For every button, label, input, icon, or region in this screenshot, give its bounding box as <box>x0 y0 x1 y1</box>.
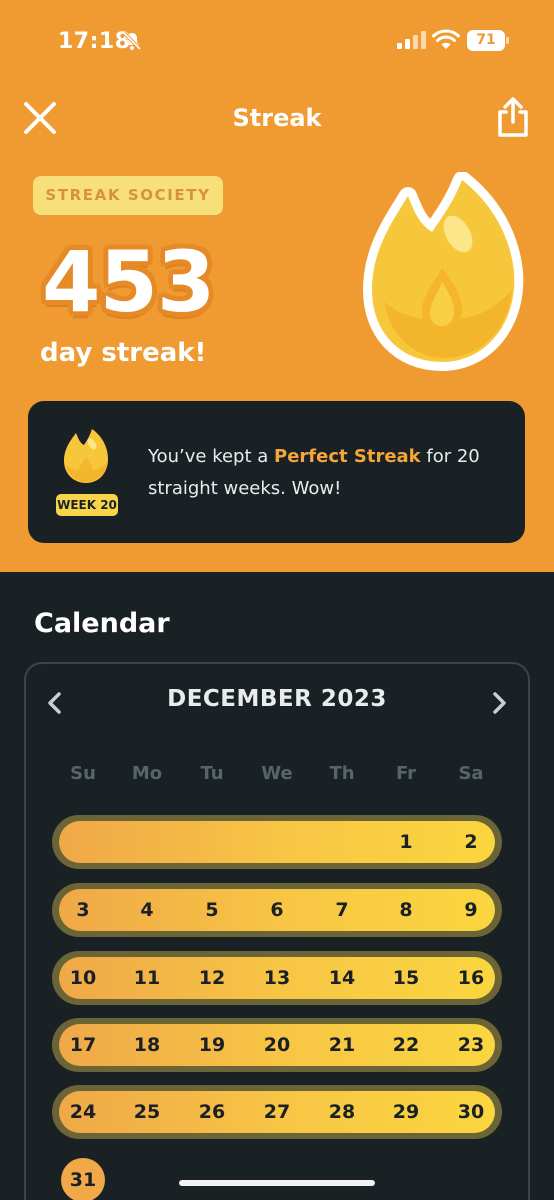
dow-label: Fr <box>395 763 417 784</box>
share-icon[interactable] <box>494 96 532 138</box>
streak-count: 453 <box>42 233 215 331</box>
message-text: You’ve kept a <box>148 446 275 467</box>
calendar-day[interactable]: 7 <box>319 899 365 921</box>
calendar-day[interactable]: 16 <box>448 967 494 989</box>
calendar-title: Calendar <box>34 608 170 639</box>
dow-label: Sa <box>458 763 484 784</box>
calendar-day[interactable]: 15 <box>383 967 429 989</box>
chevron-right-icon[interactable] <box>488 690 510 716</box>
page-title: Streak <box>232 104 322 132</box>
calendar-day[interactable]: 10 <box>60 967 106 989</box>
dow-label: Mo <box>131 763 163 784</box>
calendar-day[interactable]: 23 <box>448 1034 494 1056</box>
status-bar: 17:18 71 <box>0 0 554 80</box>
calendar-day[interactable]: 5 <box>189 899 235 921</box>
calendar-day[interactable]: 17 <box>60 1034 106 1056</box>
battery-level: 71 <box>476 32 496 48</box>
calendar-day[interactable]: 27 <box>254 1101 300 1123</box>
calendar-day[interactable]: 4 <box>124 899 170 921</box>
calendar-day[interactable]: 1 <box>383 831 429 853</box>
perfect-streak-highlight: Perfect Streak <box>274 446 421 467</box>
dow-label: Th <box>329 763 355 784</box>
dow-label: Su <box>70 763 96 784</box>
calendar-day[interactable]: 11 <box>124 967 170 989</box>
calendar-day[interactable]: 31 <box>60 1169 106 1191</box>
streak-society-badge: STREAK SOCIETY <box>33 176 223 215</box>
perfect-streak-card: WEEK 20 You’ve kept a Perfect Streak for… <box>28 401 525 543</box>
calendar-day[interactable]: 14 <box>319 967 365 989</box>
calendar-day[interactable]: 3 <box>60 899 106 921</box>
calendar-day[interactable]: 20 <box>254 1034 300 1056</box>
bell-muted-icon <box>122 31 142 51</box>
wifi-icon <box>432 29 460 49</box>
calendar-day[interactable]: 24 <box>60 1101 106 1123</box>
calendar-day[interactable]: 6 <box>254 899 300 921</box>
calendar-day[interactable]: 19 <box>189 1034 235 1056</box>
week-badge: WEEK 20 <box>56 494 118 516</box>
calendar-day[interactable]: 30 <box>448 1101 494 1123</box>
week-flame-icon <box>64 429 108 483</box>
calendar-day[interactable]: 2 <box>448 831 494 853</box>
home-indicator[interactable] <box>179 1180 375 1186</box>
calendar-month: DECEMBER 2023 <box>167 686 387 712</box>
calendar-day[interactable]: 12 <box>189 967 235 989</box>
calendar-day[interactable]: 21 <box>319 1034 365 1056</box>
calendar-week-row <box>52 815 502 869</box>
calendar-day[interactable]: 25 <box>124 1101 170 1123</box>
calendar-day[interactable]: 29 <box>383 1101 429 1123</box>
perfect-streak-message: You’ve kept a Perfect Streak for 20 stra… <box>148 441 508 505</box>
calendar-day[interactable]: 8 <box>383 899 429 921</box>
calendar-day[interactable]: 22 <box>383 1034 429 1056</box>
calendar-day[interactable]: 13 <box>254 967 300 989</box>
calendar-day[interactable]: 18 <box>124 1034 170 1056</box>
calendar-day[interactable]: 26 <box>189 1101 235 1123</box>
calendar-day[interactable]: 9 <box>448 899 494 921</box>
streak-label: day streak! <box>40 338 207 368</box>
flame-icon <box>363 172 524 371</box>
calendar-day[interactable]: 28 <box>319 1101 365 1123</box>
dow-label: Tu <box>200 763 224 784</box>
dow-label: We <box>261 763 293 784</box>
cellular-signal-icon <box>397 31 426 49</box>
streak-fill <box>59 821 495 863</box>
status-time: 17:18 <box>58 29 131 54</box>
